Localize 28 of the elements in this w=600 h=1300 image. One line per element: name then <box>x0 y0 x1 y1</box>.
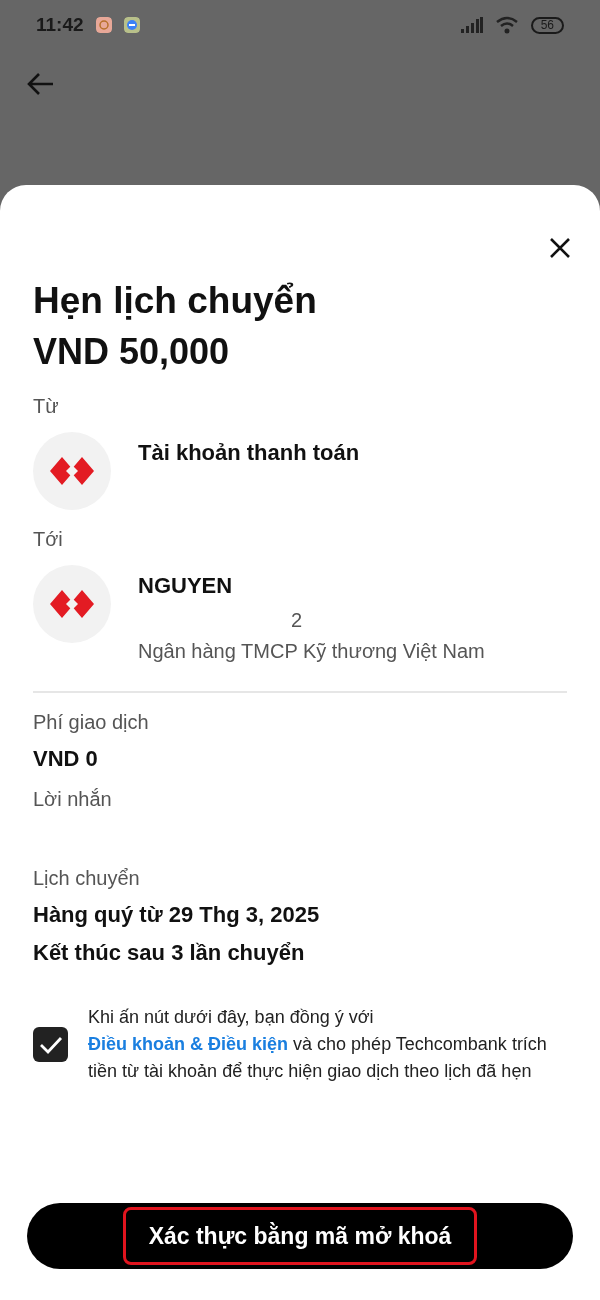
recipient-name: NGUYEN <box>138 573 234 599</box>
to-label: Tới <box>33 528 64 551</box>
terms-link[interactable]: Điều khoản & Điều kiện <box>88 1034 289 1054</box>
transfer-amount: VND 50,000 <box>33 330 231 374</box>
bank-logo-icon <box>50 588 94 620</box>
status-time: 11:42 <box>36 14 84 36</box>
close-icon[interactable] <box>549 237 571 259</box>
detail-label: Phí giao dịch <box>33 711 150 734</box>
sheet-title: Hẹn lịch chuyển <box>33 279 318 323</box>
consent-text: Khi ấn nút dưới đây, bạn đồng ý với Điều khoản & Điều kiện và cho phép Techcombank trích tiền từ tài khoản để thực hiện giao dịch theo lịch đã hẹn <box>88 1006 548 1083</box>
detail-label: Lịch chuyển <box>33 867 141 890</box>
detail-label: Lời nhắn <box>33 788 113 811</box>
app-notification-icon <box>123 17 140 33</box>
detail-value: VND 0 <box>33 746 99 772</box>
account-name: Tài khoản thanh toán <box>138 440 360 466</box>
account-number: 2 <box>291 609 304 632</box>
bank-logo-icon <box>50 455 94 487</box>
app-notification-icon <box>95 17 112 33</box>
battery-indicator: 56 <box>530 16 564 34</box>
from-label: Từ <box>33 395 60 418</box>
confirm-button[interactable]: Xác thực bằng mã mở khoá <box>27 1203 573 1269</box>
back-arrow-icon[interactable] <box>26 72 54 96</box>
consent-checkbox[interactable] <box>33 1027 68 1062</box>
wifi-icon <box>494 16 519 34</box>
bank-name: Ngân hàng TMCP Kỹ thương Việt Nam <box>138 640 485 663</box>
signal-icon <box>460 17 483 33</box>
detail-value: Kết thúc sau 3 lần chuyển <box>33 940 306 966</box>
detail-value: Hàng quý từ 29 Thg 3, 2025 <box>33 902 321 928</box>
